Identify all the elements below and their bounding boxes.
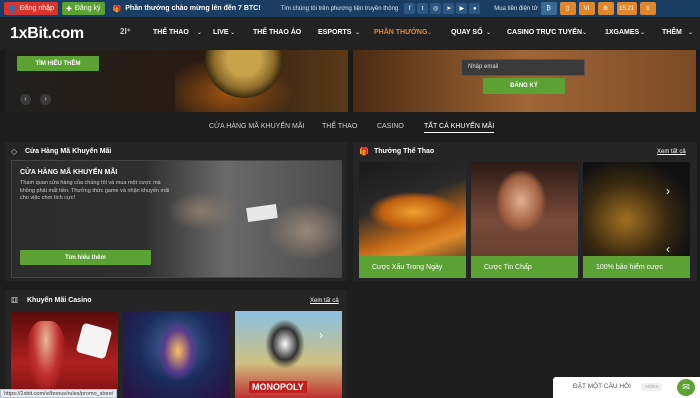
casino-card-2[interactable] [123, 311, 230, 398]
cowboy-graphic [158, 321, 198, 381]
login-button[interactable]: 👤 Đăng nhập [4, 2, 58, 15]
main-nav: 1xBit.com 2I⁺ THỂ THAO ⌄ LIVE ⌄ THỂ THAO… [0, 17, 700, 50]
sports-card-3-label: 100% bảo hiểm cược [596, 263, 663, 271]
bitcoin-icon[interactable]: ₿ [540, 2, 557, 15]
nav-item-more[interactable]: THÊM [662, 29, 682, 36]
status-url: https://1xbit.com/vi/bonus/rules/promo_s… [0, 389, 118, 398]
carousel-prev-icon[interactable]: ‹ [20, 94, 31, 105]
login-label: Đăng nhập [19, 5, 54, 12]
gift-icon: 🎁 [359, 147, 369, 156]
facebook-icon[interactable]: f [404, 3, 416, 14]
settings-icon[interactable]: ⚙ [597, 2, 614, 15]
chat-status-badge: online [641, 383, 663, 391]
casino-next-arrow-icon[interactable]: › [319, 328, 323, 342]
sports-card-2-label: Cược Tin Chấp [484, 263, 532, 271]
menu-icon[interactable]: ≡ [639, 2, 656, 15]
promo-store-title: Cửa Hàng Mã Khuyến Mãi [25, 148, 112, 155]
casino-card-3[interactable]: MONOPOLY [235, 311, 342, 398]
dealer-graphic [26, 321, 66, 396]
nav-item-virtual-sports[interactable]: THỂ THAO ẢO [253, 29, 301, 36]
user-plus-icon: ✚ [65, 5, 72, 13]
nav-item-sports[interactable]: THỂ THAO [153, 29, 189, 36]
nav-item-esports[interactable]: ESPORTS [318, 29, 351, 36]
sports-see-all-link[interactable]: Xem tất cả [657, 149, 686, 155]
tab-promo-store[interactable]: CỬA HÀNG MÃ KHUYẾN MÃI [209, 123, 304, 130]
top-bar: 👤 Đăng nhập ✚ Đăng ký 🎁 Phần thưởng chào… [0, 0, 700, 17]
tab-casino[interactable]: CASINO [377, 123, 404, 130]
carousel-next-icon[interactable]: › [40, 94, 51, 105]
nav-item-lottery[interactable]: QUAY SỐ [451, 29, 483, 36]
buy-crypto-link[interactable]: Mua tiền điện tử [494, 6, 537, 12]
sports-card-1[interactable]: Cược Xấu Trong Ngày [359, 162, 466, 278]
dice-icon: ⚅ [11, 296, 18, 305]
promo-tabs: CỬA HÀNG MÃ KHUYẾN MÃI THỂ THAO CASINO T… [0, 113, 700, 139]
gift-icon: 🎁 [112, 5, 122, 13]
monopoly-logo: MONOPOLY [249, 381, 307, 393]
language-selector[interactable]: VI [578, 2, 595, 15]
chevron-down-icon: ⌄ [688, 30, 694, 36]
nav-item-live-casino[interactable]: CASINO TRỰC TUYẾN [507, 29, 582, 36]
sports-prev-arrow-icon[interactable]: ‹ [666, 242, 670, 256]
telegram-icon[interactable]: ➤ [443, 3, 455, 14]
signup-submit-button[interactable]: ĐĂNG KÝ [483, 78, 565, 94]
sports-card-2[interactable]: Cược Tin Chấp [471, 162, 578, 278]
youtube-icon[interactable]: ▶ [456, 3, 468, 14]
welcome-promo-link[interactable]: 🎁 Phần thưởng chào mừng lên đến 7 BTC! [113, 5, 261, 13]
chevron-down-icon: ⌄ [427, 30, 433, 36]
site-logo[interactable]: 1xBit.com [10, 25, 84, 43]
nav-item-1xgames[interactable]: 1XGAMES [605, 29, 639, 36]
social-caption: Tìm chúng tôi trên phương tiện truyền th… [280, 5, 399, 12]
email-input[interactable]: Nhập email [461, 59, 585, 76]
casino-see-all-link[interactable]: Xem tất cả [310, 298, 339, 304]
casino-promo-title: Khuyến Mãi Casino [27, 297, 92, 304]
monopoly-man-graphic [265, 319, 305, 369]
dice-graphic [75, 322, 113, 360]
hero-banner-left: TÌM HIỂU THÊM ‹ › [5, 50, 348, 112]
tab-sports[interactable]: THỂ THAO [322, 123, 357, 130]
welcome-promo-text: Phần thưởng chào mừng lên đến 7 BTC! [125, 5, 261, 12]
casino-card-1[interactable] [11, 311, 118, 398]
learn-more-button[interactable]: TÌM HIỂU THÊM [17, 56, 99, 71]
tag-icon: ◇ [11, 147, 18, 156]
age-limit-icon: 2I⁺ [120, 27, 131, 36]
sports-next-arrow-icon[interactable]: › [666, 184, 670, 198]
promo-store-card-text: Tham quan cửa hàng của chúng tôi và mua … [20, 180, 170, 202]
register-label: Đăng ký [74, 5, 101, 12]
nav-item-promotions[interactable]: PHẦN THƯỞNG [374, 29, 427, 36]
twitter-icon[interactable]: t [417, 3, 429, 14]
chevron-down-icon: ⌄ [355, 30, 361, 36]
sports-bonus-panel: 🎁 Thưởng Thể Thao Xem tất cả Cược Xấu Tr… [353, 142, 697, 281]
register-button[interactable]: ✚ Đăng ký [61, 2, 105, 15]
chat-widget[interactable]: ĐẶT MỘT CÂU HỎI online ✉ [553, 377, 700, 398]
clock-display: 15:21 [616, 2, 637, 15]
promo-store-card-title: CỬA HÀNG MÃ KHUYẾN MÃI [20, 169, 118, 176]
chat-bubble-icon[interactable]: ✉ [677, 379, 695, 396]
social-links: f t ◎ ➤ ▶ ● [404, 3, 481, 14]
casino-promo-panel: ⚅ Khuyến Mãi Casino Xem tất cả MONOPOLY … [5, 290, 347, 398]
chevron-down-icon: ⌄ [197, 30, 203, 36]
instagram-icon[interactable]: ◎ [430, 3, 442, 14]
sports-bonus-title: Thưởng Thể Thao [374, 148, 435, 155]
chevron-down-icon: ⌄ [640, 30, 646, 36]
car-graphic [369, 192, 459, 232]
user-icon: 👤 [8, 5, 17, 13]
promo-store-panel: ◇ Cửa Hàng Mã Khuyến Mãi CỬA HÀNG MÃ KHU… [5, 142, 347, 281]
promo-store-learn-more-button[interactable]: Tìm hiểu thêm [20, 250, 151, 265]
reddit-icon[interactable]: ● [469, 3, 481, 14]
chevron-down-icon: ⌄ [230, 30, 236, 36]
hero-banner-right: Nhập email ĐĂNG KÝ [353, 50, 696, 112]
chevron-down-icon: ⌄ [582, 30, 588, 36]
hand-graphic-right [267, 201, 341, 261]
tab-all-promotions[interactable]: TẤT CẢ KHUYẾN MÃI [424, 123, 495, 133]
woman-face-graphic [496, 170, 546, 232]
sports-card-3[interactable]: 100% bảo hiểm cược [583, 162, 690, 278]
chat-label: ĐẶT MỘT CÂU HỎI [573, 383, 631, 390]
chevron-down-icon: ⌄ [486, 30, 492, 36]
nav-item-live[interactable]: LIVE [213, 29, 229, 36]
hero-banners: TÌM HIỂU THÊM ‹ › Nhập email ĐĂNG KÝ [0, 50, 700, 113]
mobile-icon[interactable]: ▯ [559, 2, 576, 15]
sports-card-1-label: Cược Xấu Trong Ngày [372, 263, 443, 271]
hand-graphic-left [167, 191, 237, 231]
promo-store-card[interactable]: CỬA HÀNG MÃ KHUYẾN MÃI Tham quan cửa hàn… [11, 160, 342, 278]
